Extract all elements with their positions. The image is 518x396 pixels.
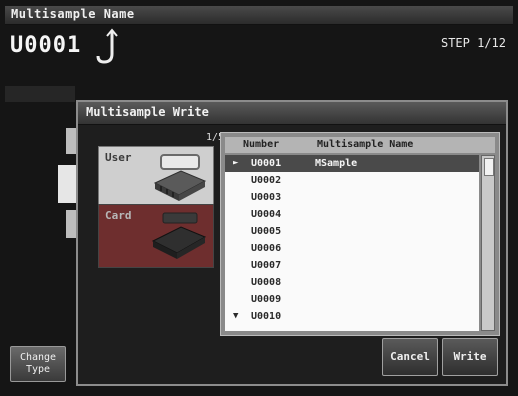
sample-id: U0001	[10, 33, 82, 58]
scrollbar-thumb[interactable]	[484, 158, 494, 176]
background-field	[66, 210, 76, 238]
list-row[interactable]: U0002	[225, 172, 479, 189]
row-number: U0009	[251, 294, 282, 305]
list-row[interactable]: U0007	[225, 257, 479, 274]
destination-card-label: Card	[105, 209, 132, 222]
background-field	[58, 165, 76, 203]
list-row[interactable]: U0006	[225, 240, 479, 257]
multisample-write-dialog: Multisample Write 1/5 User Card Number M…	[76, 100, 508, 386]
row-number: U0004	[251, 209, 282, 220]
background-field	[66, 128, 76, 154]
dialog-title: Multisample Write	[86, 105, 209, 119]
list-row[interactable]: U0004	[225, 206, 479, 223]
screen: Multisample Name U0001 STEP 1/12 Change …	[0, 0, 518, 396]
change-type-label-line2: Type	[25, 364, 51, 375]
background-panel	[5, 86, 75, 102]
row-number: U0002	[251, 175, 282, 186]
row-number: U0007	[251, 260, 282, 271]
cursor-icon	[96, 28, 118, 64]
selected-marker-icon: ►	[233, 158, 239, 168]
card-memory-icon	[151, 212, 207, 259]
dialog-title-bar: Multisample Write	[78, 102, 506, 125]
row-number: U0010	[251, 311, 282, 322]
step-indicator: STEP 1/12	[440, 36, 506, 50]
user-memory-icon	[153, 154, 207, 201]
list-row[interactable]: ▼ U0010	[225, 308, 479, 325]
row-number: U0006	[251, 243, 282, 254]
row-number: U0008	[251, 277, 282, 288]
row-number: U0005	[251, 226, 282, 237]
destination-user-label: User	[105, 151, 132, 164]
list-row[interactable]: ► U0001 MSample	[225, 155, 479, 172]
change-type-label-line1: Change	[19, 352, 57, 363]
write-button[interactable]: Write	[442, 338, 498, 376]
list-row[interactable]: U0008	[225, 274, 479, 291]
multisample-list[interactable]: ► U0001 MSample U0002 U0003 U0004 U0005	[225, 155, 479, 331]
multisample-list-panel: Number Multisample Name ► U0001 MSample …	[220, 132, 500, 336]
list-scrollbar[interactable]	[481, 155, 495, 331]
list-header: Number Multisample Name	[225, 137, 495, 153]
column-number: Number	[243, 139, 280, 150]
scroll-down-arrow-icon: ▼	[233, 311, 239, 321]
destination-card[interactable]: Card	[98, 204, 214, 268]
cancel-button[interactable]: Cancel	[382, 338, 438, 376]
list-row[interactable]: U0005	[225, 223, 479, 240]
title-bar: Multisample Name	[5, 6, 513, 25]
column-multisample-name: Multisample Name	[317, 139, 414, 150]
row-name: MSample	[315, 158, 358, 169]
list-row[interactable]: U0003	[225, 189, 479, 206]
row-number: U0001	[251, 158, 282, 169]
change-type-button[interactable]: Change Type	[10, 346, 66, 382]
list-row[interactable]: U0009	[225, 291, 479, 308]
window-title: Multisample Name	[11, 7, 135, 21]
row-number: U0003	[251, 192, 282, 203]
destination-user[interactable]: User	[98, 146, 214, 210]
